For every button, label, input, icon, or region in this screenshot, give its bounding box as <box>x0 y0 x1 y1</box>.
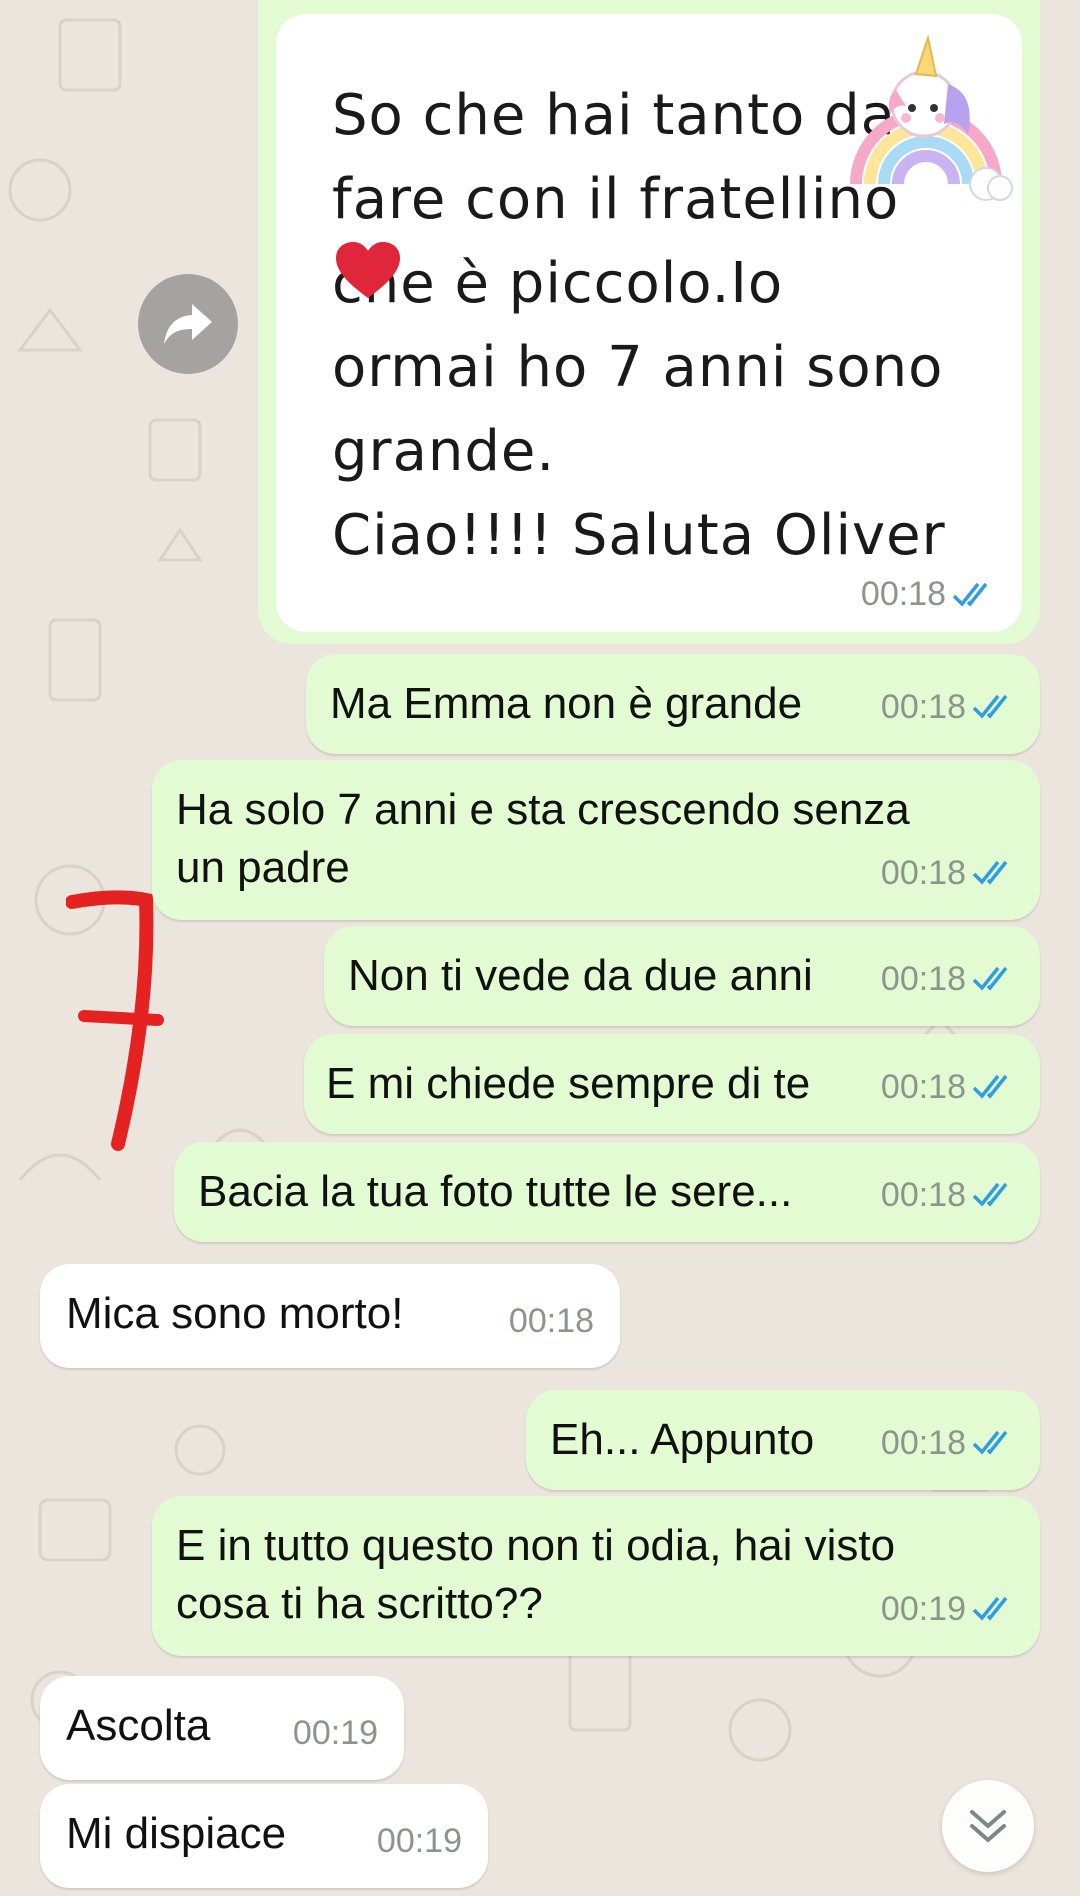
message-time: 00:18 <box>880 1424 966 1462</box>
message-text: E mi chiede sempre di te <box>326 1059 811 1108</box>
message-bubble-incoming[interactable]: Mi dispiace 00:19 <box>40 1784 488 1888</box>
message-meta: 00:19 <box>293 1704 378 1762</box>
scroll-to-bottom-button[interactable] <box>942 1780 1034 1872</box>
message-bubble-incoming[interactable]: Mica sono morto! 00:18 <box>40 1264 620 1368</box>
message-meta: 00:18 <box>881 1414 1018 1472</box>
message-time: 00:18 <box>880 1176 966 1214</box>
message-text: Ma Emma non è grande <box>330 679 803 728</box>
message-meta: 00:19 <box>881 1580 1018 1638</box>
double-check-read-icon <box>972 966 1008 991</box>
double-check-read-icon <box>972 1430 1008 1455</box>
message-time: 00:18 <box>880 960 966 998</box>
message-time: 00:19 <box>376 1822 462 1860</box>
message-time: 00:19 <box>292 1714 378 1752</box>
message-bubble-incoming[interactable]: Ascolta 00:19 <box>40 1676 404 1780</box>
message-text: Mi dispiace <box>66 1809 287 1858</box>
message-text: E in tutto questo non ti odia, hai visto… <box>176 1521 896 1628</box>
message-meta: 00:18 <box>881 844 1018 902</box>
message-bubble-outgoing[interactable]: Ma Emma non è grande 00:18 <box>306 654 1040 754</box>
message-time: 00:18 <box>880 854 966 892</box>
double-check-read-icon <box>972 1596 1008 1621</box>
handwritten-note-image[interactable]: So che hai tanto da fare con il fratelli… <box>276 14 1022 632</box>
message-meta: 00:18 <box>881 1058 1018 1116</box>
forward-button[interactable] <box>138 274 238 374</box>
message-text: Ha solo 7 anni e sta crescendo senza un … <box>176 785 910 892</box>
double-check-read-icon <box>972 1182 1008 1207</box>
message-text: Eh... Appunto <box>550 1415 815 1464</box>
message-time: 00:18 <box>508 1302 594 1340</box>
message-time: 00:18 <box>860 575 946 613</box>
message-bubble-outgoing[interactable]: Bacia la tua foto tutte le sere... 00:18 <box>174 1142 1040 1242</box>
double-check-read-icon <box>972 694 1008 719</box>
image-message[interactable]: So che hai tanto da fare con il fratelli… <box>258 0 1040 644</box>
annotation-seven <box>66 890 164 1151</box>
forward-arrow-icon <box>164 304 212 344</box>
message-text: Non ti vede da due anni <box>348 951 813 1000</box>
double-check-read-icon <box>972 1074 1008 1099</box>
message-time: 00:18 <box>880 688 966 726</box>
image-message-meta: 00:18 <box>861 575 998 614</box>
message-time: 00:18 <box>880 1068 966 1106</box>
message-text: Bacia la tua foto tutte le sere... <box>198 1167 793 1216</box>
message-time: 00:19 <box>880 1590 966 1628</box>
message-bubble-outgoing[interactable]: Ha solo 7 anni e sta crescendo senza un … <box>152 760 1040 920</box>
message-meta: 00:18 <box>509 1292 594 1350</box>
message-bubble-outgoing[interactable]: E in tutto questo non ti odia, hai visto… <box>152 1496 1040 1656</box>
unicorn-sticker-icon <box>850 34 1013 201</box>
heart-icon <box>336 242 400 298</box>
message-meta: 00:18 <box>881 1166 1018 1224</box>
double-check-read-icon <box>972 860 1008 885</box>
message-meta: 00:18 <box>881 950 1018 1008</box>
message-bubble-outgoing[interactable]: E mi chiede sempre di te 00:18 <box>304 1034 1040 1134</box>
double-chevron-down-icon <box>970 1810 1006 1843</box>
double-check-read-icon <box>952 582 988 607</box>
message-bubble-outgoing[interactable]: Eh... Appunto 00:18 <box>526 1390 1040 1490</box>
message-text: Mica sono morto! <box>66 1289 404 1338</box>
message-meta: 00:19 <box>377 1812 462 1870</box>
message-meta: 00:18 <box>881 678 1018 736</box>
message-text: Ascolta <box>66 1701 211 1750</box>
message-bubble-outgoing[interactable]: Non ti vede da due anni 00:18 <box>324 926 1040 1026</box>
